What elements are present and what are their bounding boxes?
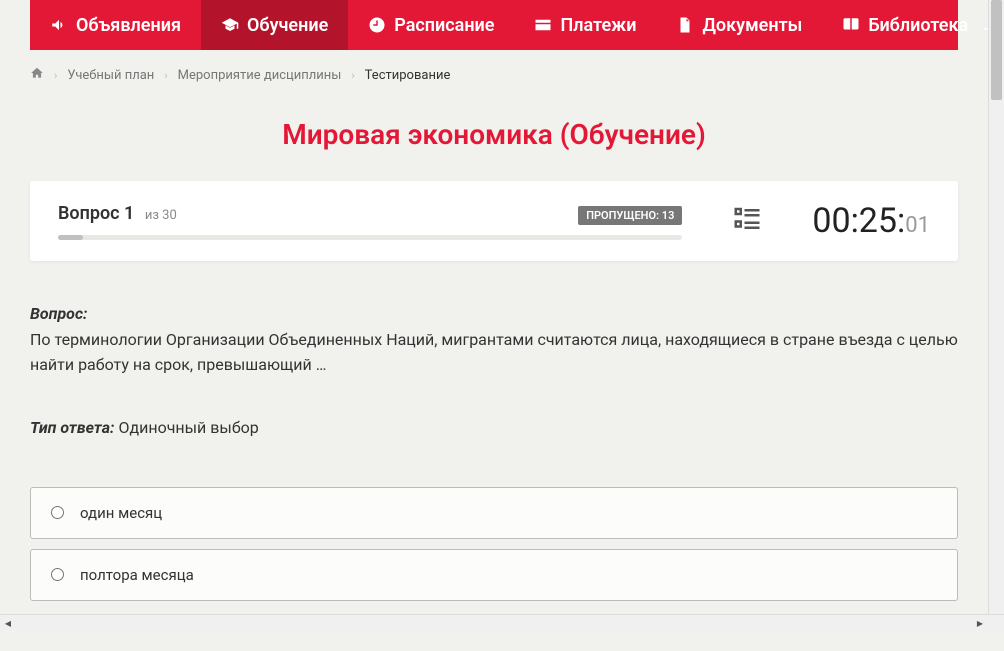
option-item[interactable]: один месяц bbox=[30, 487, 958, 539]
scroll-right-arrow-icon[interactable]: ▶ bbox=[972, 615, 988, 631]
option-text: один месяц bbox=[80, 504, 162, 522]
option-radio[interactable] bbox=[51, 568, 64, 581]
option-text: полтора месяца bbox=[80, 566, 194, 584]
answer-type-value: Одиночный выбор bbox=[114, 418, 258, 437]
book-icon bbox=[842, 16, 860, 34]
breadcrumb-link-event[interactable]: Мероприятие дисциплины bbox=[178, 68, 342, 83]
question-block: Вопрос: По терминологии Организации Объе… bbox=[30, 301, 958, 378]
scroll-left-arrow-icon[interactable]: ◀ bbox=[0, 615, 16, 631]
timer: 00:25:01 bbox=[812, 201, 930, 241]
nav-item-library[interactable]: Библиотека bbox=[822, 0, 1004, 50]
options-list: один месяц полтора месяца bbox=[30, 487, 958, 601]
nav-label: Расписание bbox=[394, 15, 494, 36]
question-label: Вопрос: bbox=[30, 304, 87, 323]
nav-item-payments[interactable]: Платежи bbox=[514, 0, 656, 50]
breadcrumb-link-plan[interactable]: Учебный план bbox=[67, 68, 154, 83]
question-text: По терминологии Организации Объединенных… bbox=[30, 327, 958, 378]
megaphone-icon bbox=[50, 16, 68, 34]
breadcrumb-separator-icon: › bbox=[164, 69, 167, 82]
vertical-scrollbar-handle[interactable] bbox=[991, 0, 1002, 100]
breadcrumb: › Учебный план › Мероприятие дисциплины … bbox=[30, 50, 958, 100]
answer-type-label: Тип ответа: bbox=[30, 418, 114, 437]
horizontal-scrollbar[interactable]: ◀ ▶ bbox=[0, 614, 1004, 630]
doc-icon bbox=[676, 16, 694, 34]
nav-item-documents[interactable]: Документы bbox=[656, 0, 822, 50]
nav-label: Библиотека bbox=[868, 15, 968, 36]
progress-card: Вопрос 1 из 30 ПРОПУЩЕНО: 13 00:25:01 bbox=[30, 181, 958, 261]
progress-bar bbox=[58, 235, 682, 240]
nav-item-announcements[interactable]: Объявления bbox=[30, 0, 201, 50]
nav-item-learning[interactable]: Обучение bbox=[201, 0, 348, 50]
card-icon bbox=[534, 16, 552, 34]
option-item[interactable]: полтора месяца bbox=[30, 549, 958, 601]
progress-bar-fill bbox=[58, 235, 83, 240]
nav-item-schedule[interactable]: Расписание bbox=[348, 0, 514, 50]
nav-label: Платежи bbox=[560, 15, 636, 36]
clock-icon bbox=[368, 16, 386, 34]
graduation-icon bbox=[221, 16, 239, 34]
question-total: из 30 bbox=[145, 208, 177, 223]
question-counter: Вопрос 1 из 30 bbox=[58, 203, 177, 224]
nav-label: Обучение bbox=[247, 15, 328, 36]
vertical-scrollbar[interactable] bbox=[988, 0, 1004, 614]
option-radio[interactable] bbox=[51, 506, 64, 519]
question-number: 1 bbox=[124, 203, 134, 224]
timer-main: 00:25: bbox=[812, 201, 905, 241]
nav-label: Объявления bbox=[76, 15, 181, 36]
skipped-badge: ПРОПУЩЕНО: 13 bbox=[578, 206, 682, 225]
nav-label: Документы bbox=[702, 15, 802, 36]
breadcrumb-separator-icon: › bbox=[351, 69, 354, 82]
question-list-icon[interactable] bbox=[732, 204, 762, 238]
question-word: Вопрос bbox=[58, 203, 120, 224]
answer-type: Тип ответа: Одиночный выбор bbox=[30, 418, 958, 437]
breadcrumb-separator-icon: › bbox=[54, 69, 57, 82]
timer-seconds: 01 bbox=[905, 213, 930, 238]
page-title: Мировая экономика (Обучение) bbox=[30, 118, 958, 151]
home-icon[interactable] bbox=[30, 66, 44, 84]
breadcrumb-current: Тестирование bbox=[365, 68, 451, 83]
main-nav: Объявления Обучение Расписание Платежи Д… bbox=[30, 0, 958, 50]
